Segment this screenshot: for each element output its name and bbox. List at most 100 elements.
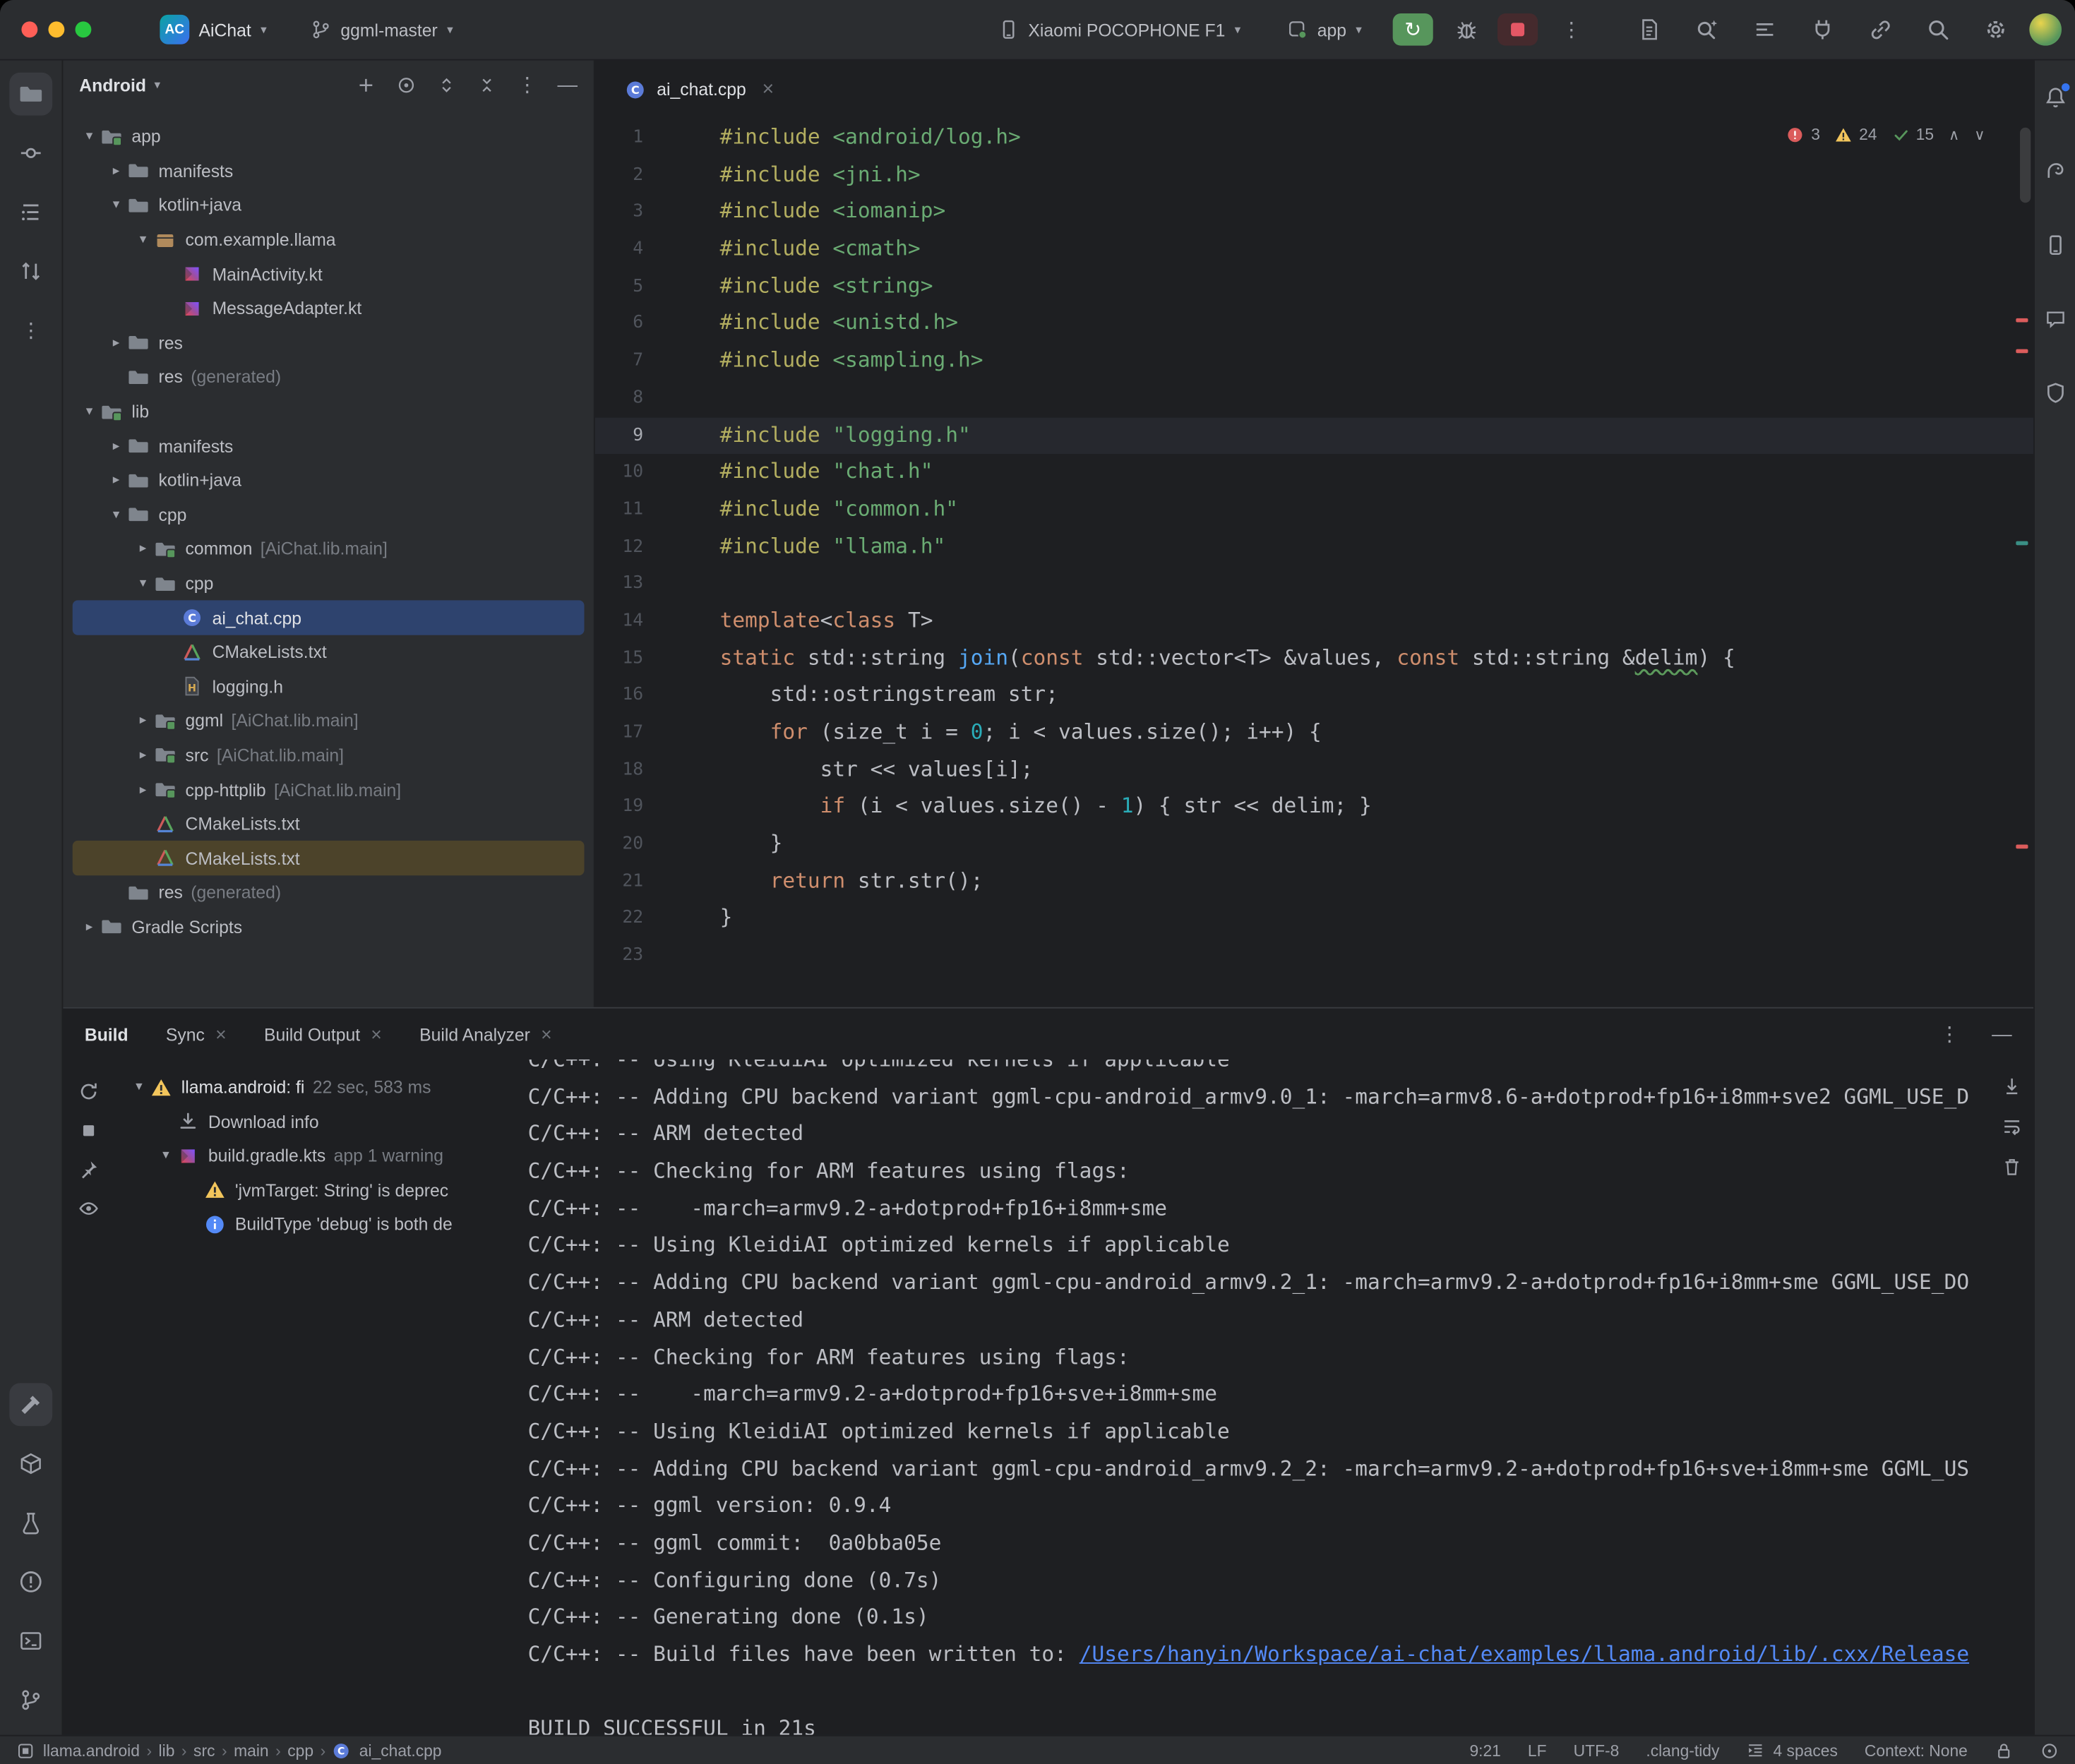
tree-item-ai-chat-cpp[interactable]: ai_chat.cpp [73,601,585,635]
close-tab-icon[interactable]: × [541,1024,552,1045]
profile-avatar[interactable] [2029,13,2062,46]
task-list-button[interactable] [1753,18,1777,42]
tree-item-lib[interactable]: ▾lib [73,395,585,429]
device-manager-tool-button[interactable] [2033,224,2075,268]
tree-item-cmakelists-txt[interactable]: CMakeLists.txt [73,841,585,876]
soft-wrap-button[interactable] [2001,1116,2022,1137]
build-console[interactable]: C/C++: -- Using KleidiAI optimized kerne… [512,1060,2033,1735]
tree-item-gradle-scripts[interactable]: ▸Gradle Scripts [73,910,585,944]
scroll-end-button[interactable] [2001,1076,2022,1097]
breadcrumb-item-ai-chat-cpp[interactable]: ai_chat.cpp [333,1741,442,1760]
error-stripe-mark[interactable] [2016,318,2028,323]
pull-requests-tool-button[interactable] [9,250,52,293]
tree-item-cpp-httplib[interactable]: ▸cpp-httplib [AiChat.lib.main] [73,772,585,807]
close-tab-icon[interactable]: × [763,78,775,100]
add-button[interactable] [356,75,376,95]
breadcrumb-item-src[interactable]: src [193,1741,215,1760]
chevron-down-icon[interactable]: ▾ [78,404,100,419]
breadcrumb-item-cpp[interactable]: cpp [287,1741,313,1760]
code-line[interactable]: 21 return str.str(); [595,863,2033,901]
more-tool-button[interactable]: ⋮ [9,309,52,352]
build-tree-item[interactable]: Download info [114,1105,512,1139]
locate-button[interactable] [396,75,417,95]
tree-item-manifests[interactable]: ▸manifests [73,428,585,463]
build-tree-item[interactable]: ▾llama.android: fi22 sec, 583 ms [114,1070,512,1105]
tree-item-app[interactable]: ▾app [73,119,585,154]
chevron-right-icon[interactable]: ▸ [131,714,154,728]
build-panel-more-button[interactable]: ⋮ [1939,1022,1960,1046]
chevron-right-icon[interactable]: ▸ [104,164,127,179]
zoom-window-button[interactable] [76,21,92,37]
notifications-tool-button[interactable] [2033,76,2075,119]
code-line[interactable]: 10#include "chat.h" [595,454,2033,491]
build-tool-button[interactable] [9,1383,52,1426]
tree-item-res[interactable]: res (generated) [73,360,585,395]
stop-button[interactable] [1497,13,1538,46]
status-widget--clang-tidy[interactable]: .clang-tidy [1646,1741,1719,1760]
breadcrumb-item-main[interactable]: main [234,1741,268,1760]
chevron-down-icon[interactable]: ▾ [104,198,127,213]
status-ring-icon[interactable] [2040,1741,2059,1760]
tree-item-com-example-llama[interactable]: ▾com.example.llama [73,222,585,257]
tree-item-mainactivity-kt[interactable]: MainActivity.kt [73,257,585,292]
code-line[interactable]: 14template<class T> [595,603,2033,640]
tree-item-cpp[interactable]: ▾cpp [73,498,585,532]
close-tab-icon[interactable]: × [371,1024,382,1045]
code-line[interactable]: 15static std::string join(const std::vec… [595,640,2033,678]
chevron-right-icon[interactable]: ▸ [104,335,127,350]
spellcheck-button[interactable] [1637,18,1661,42]
chevron-right-icon[interactable]: ▸ [131,782,154,797]
extensions-button[interactable] [1810,18,1834,42]
minimize-window-button[interactable] [48,21,64,37]
tree-item-cpp[interactable]: ▾cpp [73,566,585,601]
sync-button[interactable] [78,1081,99,1102]
project-tool-button[interactable] [9,73,52,116]
search-button[interactable] [1926,18,1950,42]
status-widget-context-none[interactable]: Context: None [1865,1741,1968,1760]
stop-button[interactable] [78,1120,99,1141]
editor-tab-ai-chat-cpp[interactable]: ai_chat.cpp × [611,61,788,119]
error-stripe-mark[interactable] [2016,845,2028,849]
chevron-right-icon[interactable]: ▸ [104,473,127,488]
build-tree-item[interactable]: ▾build.gradle.ktsapp 1 warning [114,1139,512,1173]
code-line[interactable]: 6#include <unistd.h> [595,306,2033,343]
error-stripe-mark[interactable] [2016,541,2028,546]
code-line[interactable]: 17 for (size_t i = 0; i < values.size();… [595,714,2033,752]
code-line[interactable]: 11#include "common.h" [595,491,2033,529]
inspections-widget[interactable]: 3 24 15 ∧ ∨ [1787,125,1985,144]
chevron-down-icon[interactable]: ▾ [131,232,154,247]
code-line[interactable]: 19 if (i < values.size() - 1) { str << d… [595,788,2033,826]
code-line[interactable]: 9#include "logging.h" [595,417,2033,455]
close-tab-icon[interactable]: × [215,1024,227,1045]
build-tree-item[interactable]: 'jvmTarget: String' is deprec [114,1173,512,1208]
status-widget-lf[interactable]: LF [1528,1741,1547,1760]
code-line[interactable]: 23 [595,937,2033,975]
build-tab-build-analyzer[interactable]: Build Analyzer× [419,1024,552,1045]
code-line[interactable]: 16 std::ostringstream str; [595,677,2033,714]
more-actions-button[interactable]: ⋮ [1554,12,1589,47]
preview-button[interactable] [78,1198,99,1219]
code-line[interactable]: 2#include <jni.h> [595,157,2033,194]
lock-icon[interactable] [1995,1741,2014,1760]
code-editor[interactable]: 1#include <android/log.h>2#include <jni.… [595,118,2033,974]
build-panel-hide-button[interactable]: — [1992,1023,2012,1045]
status-widget-utf-8[interactable]: UTF-8 [1574,1741,1620,1760]
expand-all-button[interactable] [436,75,457,95]
previous-problem-button[interactable]: ∧ [1949,126,1959,143]
device-selector[interactable]: Xiaomi POCOPHONE F1 ▾ [985,13,1252,46]
code-line[interactable]: 20 } [595,826,2033,863]
tree-item-ggml[interactable]: ▸ggml [AiChat.lib.main] [73,704,585,738]
chevron-down-icon[interactable]: ▾ [104,508,127,522]
tree-item-kotlin-java[interactable]: ▸kotlin+java [73,463,585,498]
tree-item-src[interactable]: ▸src [AiChat.lib.main] [73,738,585,773]
build-tab-sync[interactable]: Sync× [166,1024,227,1045]
project-view-selector[interactable]: Android [79,75,146,95]
chevron-down-icon[interactable]: ▾ [128,1080,150,1095]
status-widget-9-21[interactable]: 9:21 [1469,1741,1500,1760]
link-button[interactable] [1868,18,1892,42]
debug-button[interactable] [1449,12,1484,47]
status-widget-4-spaces[interactable]: 4 spaces [1746,1741,1837,1760]
structure-tool-button[interactable] [9,191,52,234]
code-line[interactable]: 12#include "llama.h" [595,529,2033,566]
editor-scrollbar[interactable] [2020,128,2031,203]
